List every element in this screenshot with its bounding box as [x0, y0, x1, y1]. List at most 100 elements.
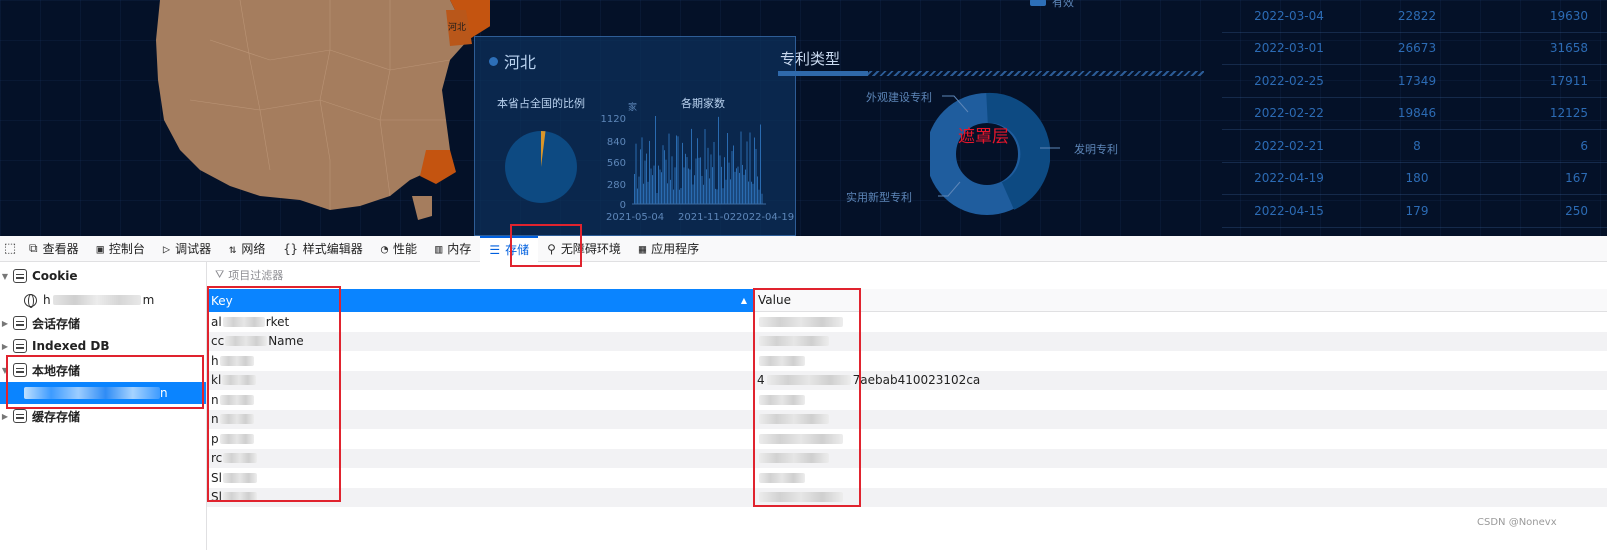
bar: [727, 133, 728, 204]
bar: [643, 183, 644, 204]
bar: [754, 137, 755, 204]
map-hebei-label: 河北: [448, 21, 466, 33]
dashboard-screenshot: 河北 河北 本省占全国的比例 各期家数 家 1120 840 560 280 0…: [0, 0, 1607, 236]
bar: [752, 183, 754, 204]
date-cell: 31658: [1549, 41, 1588, 56]
bar: [715, 188, 716, 204]
tab-inspector[interactable]: ⧉ 查看器: [20, 236, 88, 262]
debugger-icon: ▷: [162, 241, 171, 256]
date-cell: 167: [1565, 171, 1588, 186]
tree-cookie[interactable]: ▼ Cookie: [0, 265, 206, 287]
bar: [700, 157, 701, 204]
tree-indexeddb[interactable]: ▶ Indexed DB: [0, 335, 206, 357]
province-name: 河北: [504, 53, 537, 72]
bar: [656, 193, 658, 204]
date-cell: 180: [1405, 171, 1429, 186]
tab-application[interactable]: ▦ 应用程序: [630, 236, 708, 262]
style-icon: {}: [283, 241, 298, 256]
memory-icon: ▥: [435, 241, 443, 256]
item-filter-bar[interactable]: ⛛ 项目过滤器: [207, 262, 1607, 288]
bar: [731, 151, 733, 204]
label-utility-patent: 实用新型专利: [846, 191, 912, 204]
bar: [689, 169, 691, 204]
date-cell: 2022-04-15: [1254, 203, 1324, 218]
storage-icon: ☰: [489, 242, 501, 257]
bar: [668, 133, 670, 204]
bar: [662, 145, 664, 204]
row-value: [753, 472, 1607, 483]
date-cell: 2022-03-01: [1254, 41, 1324, 56]
bar: [640, 149, 641, 204]
legend-fragment: 有效: [1030, 0, 1074, 10]
bar: [745, 169, 746, 204]
bar: [641, 137, 643, 204]
date-cell: 2022-02-22: [1254, 106, 1324, 121]
row-value: [753, 492, 1607, 503]
date-row: 2022-02-21 8 6: [1222, 130, 1607, 163]
y-tick-labels: 1120 840 560 280 0: [601, 114, 626, 211]
bar: [704, 129, 706, 204]
table-row[interactable]: cc Name: [207, 331, 1607, 351]
date-row: 2022-02-25 17349 17911: [1222, 65, 1607, 98]
bar: [730, 179, 731, 204]
table-row[interactable]: Sl: [207, 468, 1607, 488]
table-row[interactable]: p: [207, 429, 1607, 449]
console-icon: ▣: [96, 241, 104, 256]
expand-closed-icon[interactable]: ▶: [0, 319, 10, 328]
bar: [685, 153, 686, 204]
bar: [638, 176, 640, 204]
china-map: 河北: [156, 0, 490, 220]
y-tick: 840: [607, 137, 626, 148]
tab-style[interactable]: {} 样式编辑器: [274, 236, 371, 262]
bar: [728, 162, 730, 204]
bar: [697, 138, 698, 204]
province-panel-title: 河北: [489, 49, 536, 73]
tree-cookie-host[interactable]: h m: [0, 289, 206, 311]
bar: [724, 157, 725, 204]
panel-dot-icon: [489, 56, 498, 66]
annotation-box-key-column: [207, 286, 341, 502]
expand-closed-icon[interactable]: ▶: [0, 342, 10, 351]
tab-console[interactable]: ▣ 控制台: [88, 236, 154, 262]
tree-session-storage[interactable]: ▶ 会话存储: [0, 312, 206, 334]
bar: [695, 158, 697, 204]
filter-input[interactable]: 项目过滤器: [228, 267, 283, 283]
bar: [736, 168, 737, 204]
x-tick-labels: 2021-05-04 2021-11-02 2022-04-19: [606, 212, 794, 223]
ratio-pie: [505, 131, 577, 203]
bar: [655, 116, 656, 204]
column-header-value[interactable]: Value: [753, 289, 1607, 312]
tab-debugger[interactable]: ▷ 调试器: [154, 236, 220, 262]
table-row[interactable]: n: [207, 390, 1607, 410]
y-tick: 0: [620, 200, 626, 211]
tab-memory[interactable]: ▥ 内存: [426, 236, 480, 262]
x-tick: 2021-05-04: [606, 212, 664, 223]
expand-open-icon[interactable]: ▼: [0, 272, 10, 281]
bar: [635, 143, 637, 204]
tab-label: 网络: [241, 242, 266, 256]
annotation-box-value-column: [753, 288, 861, 507]
date-cell: 2022-04-19: [1254, 171, 1324, 186]
bar: [706, 169, 707, 204]
x-tick: 2021-11-02: [678, 212, 736, 223]
bar: [683, 167, 685, 204]
row-value: 4 7aebab410023102ca: [753, 373, 1607, 387]
expand-closed-icon[interactable]: ▶: [0, 412, 10, 421]
date-cell: 179: [1405, 203, 1429, 218]
tab-performance[interactable]: ◔ 性能: [372, 236, 426, 262]
csdn-watermark: CSDN @Nonevx: [1477, 517, 1557, 528]
bar: [722, 188, 724, 204]
bar: [734, 171, 736, 204]
tab-network[interactable]: ⇅ 网络: [220, 236, 274, 262]
table-row[interactable]: al rket: [207, 312, 1607, 332]
table-row[interactable]: Sl: [207, 487, 1607, 507]
table-row[interactable]: h: [207, 351, 1607, 371]
bar: [703, 184, 704, 204]
tab-label: 样式编辑器: [302, 242, 363, 256]
table-row[interactable]: kl 4 7aebab410023102ca: [207, 370, 1607, 390]
element-picker-icon[interactable]: ⬚: [0, 236, 20, 262]
table-row[interactable]: n: [207, 409, 1607, 429]
bar: [659, 169, 661, 204]
tab-label: 内存: [447, 242, 472, 256]
table-row[interactable]: rc: [207, 448, 1607, 468]
